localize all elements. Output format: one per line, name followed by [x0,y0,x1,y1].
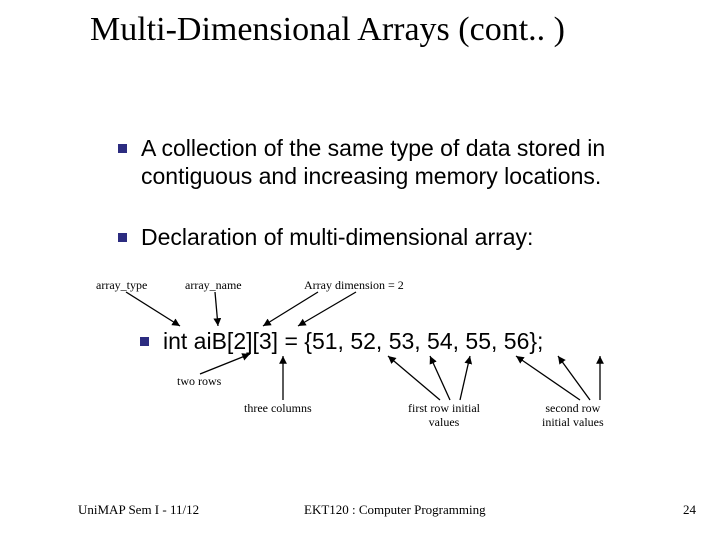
footer-page-number: 24 [683,502,696,518]
footer-left: UniMAP Sem I - 11/12 [78,502,199,518]
annotation-arrows [0,0,720,540]
label-three-columns: three columns [244,401,312,416]
bullet-1-text: A collection of the same type of data st… [141,135,661,190]
label-array-type: array_type [96,278,147,293]
bullet-icon [118,233,127,242]
bullet-icon [118,144,127,153]
code-line: int aiB[2][3] = {51, 52, 53, 54, 55, 56}… [140,328,543,355]
code-text: int aiB[2][3] = {51, 52, 53, 54, 55, 56}… [163,328,543,354]
bullet-2: Declaration of multi-dimensional array: [118,224,680,252]
slide: Multi-Dimensional Arrays (cont.. ) A col… [0,0,720,540]
footer-center: EKT120 : Computer Programming [304,502,486,518]
label-two-rows: two rows [177,374,221,389]
label-array-name: array_name [185,278,242,293]
bullet-1: A collection of the same type of data st… [118,135,680,190]
bullet-2-text: Declaration of multi-dimensional array: [141,224,661,252]
label-second-row-values: second rowinitial values [542,401,604,430]
bullet-icon [140,337,149,346]
label-first-row-text: first row initialvalues [408,401,480,429]
slide-title: Multi-Dimensional Arrays (cont.. ) [90,10,690,49]
label-second-row-text: second rowinitial values [542,401,604,429]
label-first-row-values: first row initialvalues [408,401,480,430]
label-array-dimension: Array dimension = 2 [304,278,404,293]
